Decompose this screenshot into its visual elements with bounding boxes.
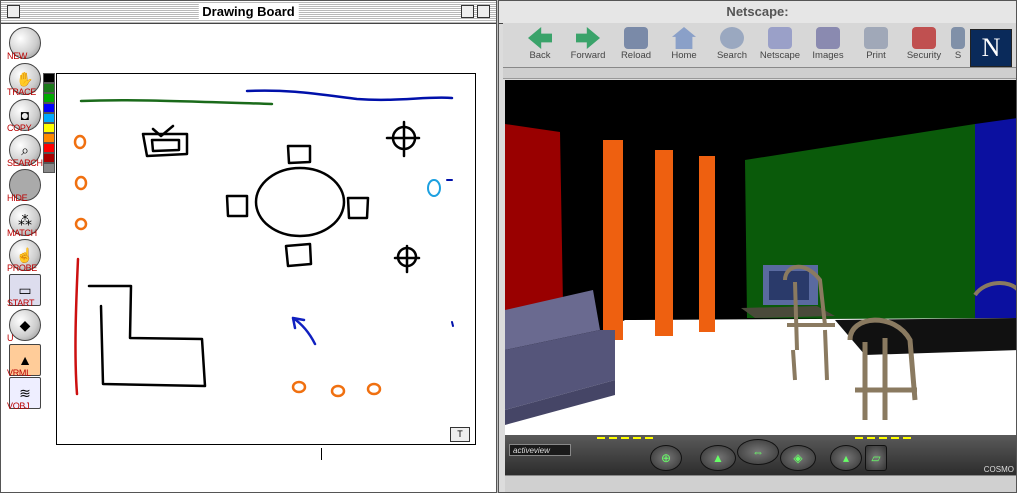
button-label: Security xyxy=(906,50,942,61)
color-swatch[interactable] xyxy=(43,133,55,143)
text-cursor xyxy=(321,448,322,460)
drawing-board-titlebar[interactable]: Drawing Board xyxy=(1,1,496,24)
color-swatch[interactable] xyxy=(43,143,55,153)
navigation-toolbar: Back Forward Reload Home Search Netscape… xyxy=(503,23,1016,68)
drawing-board-window: Drawing Board NEW ✋ TRACE ◘ COPY ⌕ SEARC… xyxy=(0,0,497,493)
vrml-3d-scene[interactable] xyxy=(505,80,1016,435)
status-lights-right xyxy=(855,437,915,439)
button-label: Images xyxy=(812,50,844,61)
tool-probe[interactable]: ☝ PROBE xyxy=(5,239,45,275)
room-render xyxy=(505,80,1016,435)
netscape-button[interactable]: Netscape xyxy=(757,25,803,61)
status-lights-left xyxy=(597,437,657,439)
cosmo-brand: COSMO xyxy=(983,465,1014,474)
tool-label: TRACE xyxy=(7,87,37,97)
shop-icon xyxy=(951,27,965,49)
gravity-button[interactable]: ▱ xyxy=(865,445,887,471)
forward-arrow-icon xyxy=(576,27,600,49)
examine-button[interactable]: ▴ xyxy=(830,445,862,471)
seek-button[interactable]: ⊕ xyxy=(650,445,682,471)
tool-label: VOBJ xyxy=(7,401,30,411)
color-swatch[interactable] xyxy=(43,113,55,123)
button-label: Reload xyxy=(620,50,652,61)
images-icon xyxy=(816,27,840,49)
color-swatch[interactable] xyxy=(43,123,55,133)
zoom-box-icon[interactable] xyxy=(461,5,474,18)
tool-label: MATCH xyxy=(7,228,37,238)
tool-vobj[interactable]: ≋ VOBJ xyxy=(5,377,45,413)
forward-button[interactable]: Forward xyxy=(565,25,611,61)
images-button[interactable]: Images xyxy=(805,25,851,61)
tool-hide[interactable]: HIDE xyxy=(5,169,45,205)
sketch xyxy=(73,89,454,398)
button-label: Home xyxy=(671,50,697,61)
tool-search[interactable]: ⌕ SEARCH xyxy=(5,134,45,170)
tool-new[interactable]: NEW xyxy=(5,27,45,63)
tool-copy[interactable]: ◘ COPY xyxy=(5,99,45,135)
go-button[interactable]: ▲ xyxy=(700,445,736,471)
back-button[interactable]: Back xyxy=(517,25,563,61)
netscape-logo[interactable]: N xyxy=(970,29,1012,67)
status-bar xyxy=(505,475,1016,492)
back-arrow-icon xyxy=(528,27,552,49)
print-icon xyxy=(864,27,888,49)
tool-label: NEW xyxy=(7,51,28,61)
button-label: Search xyxy=(716,50,748,61)
tilt-button[interactable]: ◈ xyxy=(780,445,816,471)
canvas-t-button[interactable]: T xyxy=(450,427,470,442)
reload-button[interactable]: Reload xyxy=(613,25,659,61)
tool-trace[interactable]: ✋ TRACE xyxy=(5,63,45,99)
search-icon xyxy=(720,27,744,49)
slide-button[interactable]: ⇔ xyxy=(737,439,779,465)
tool-label: PROBE xyxy=(7,263,38,273)
tool-label: U xyxy=(7,333,14,343)
color-swatch[interactable] xyxy=(43,153,55,163)
cosmo-player-console: activeview ⊕ ▲ ⇔ ◈ ▴ ▱ COSMO xyxy=(505,435,1016,477)
button-label: Netscape xyxy=(759,50,801,61)
tool-vrml[interactable]: ▲ VRML xyxy=(5,344,45,380)
netscape-titlebar[interactable]: Netscape: xyxy=(499,1,1016,24)
button-label: Print xyxy=(866,50,886,61)
search-button[interactable]: Search xyxy=(709,25,755,61)
reload-icon xyxy=(624,27,648,49)
color-swatch[interactable] xyxy=(43,83,55,93)
collapse-box-icon[interactable] xyxy=(477,5,490,18)
window-title: Netscape: xyxy=(722,4,793,19)
print-button[interactable]: Print xyxy=(853,25,899,61)
color-swatch[interactable] xyxy=(43,73,55,83)
home-button[interactable]: Home xyxy=(661,25,707,61)
tool-label: START xyxy=(7,298,35,308)
tool-label: SEARCH xyxy=(7,158,43,168)
home-icon xyxy=(672,27,696,49)
activeview-display[interactable]: activeview xyxy=(509,444,571,456)
tool-start[interactable]: ▭ START xyxy=(5,274,45,310)
button-label: Forward xyxy=(570,50,606,61)
color-swatch[interactable] xyxy=(43,93,55,103)
toolbar-collapse-strip[interactable] xyxy=(503,68,1016,79)
drawing-canvas[interactable]: T xyxy=(56,73,476,445)
lock-icon xyxy=(912,27,936,49)
tool-label: HIDE xyxy=(7,193,28,203)
tool-label: COPY xyxy=(7,123,32,133)
button-label: S xyxy=(954,50,962,61)
shop-button[interactable]: S xyxy=(949,25,967,61)
window-title: Drawing Board xyxy=(198,4,299,19)
button-label: Back xyxy=(529,50,551,61)
color-swatch[interactable] xyxy=(43,163,55,173)
security-button[interactable]: Security xyxy=(901,25,947,61)
netscape-window: Netscape: Back Forward Reload Home Searc… xyxy=(498,0,1017,493)
close-box-icon[interactable] xyxy=(7,5,20,18)
color-palette xyxy=(43,73,55,173)
tool-match[interactable]: ⁂ MATCH xyxy=(5,204,45,240)
color-swatch[interactable] xyxy=(43,103,55,113)
netscape-icon xyxy=(768,27,792,49)
shapes-icon: ◆ xyxy=(9,309,41,341)
tool-shapes[interactable]: ◆ U xyxy=(5,309,45,345)
